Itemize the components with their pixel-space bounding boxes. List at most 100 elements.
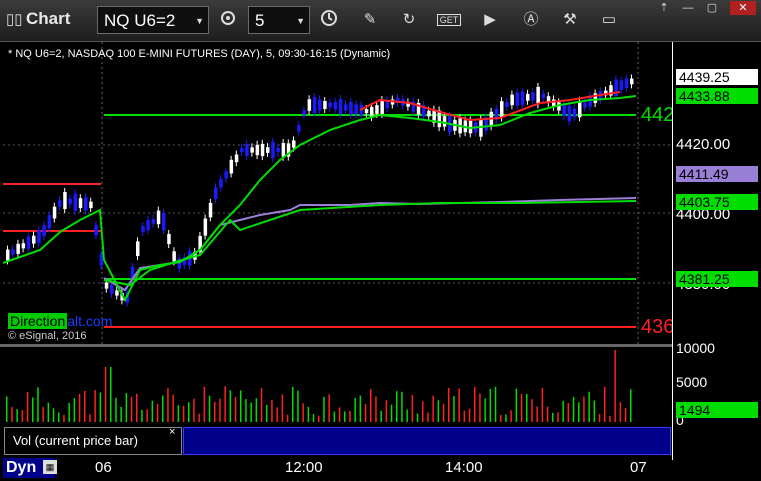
- time-label: 07: [630, 459, 647, 476]
- volume-bar: [380, 410, 382, 422]
- volume-bar: [307, 406, 310, 422]
- volume-bar: [318, 415, 320, 422]
- volume-bar: [489, 388, 492, 422]
- volume-bar: [390, 404, 393, 422]
- volume-bar: [260, 388, 263, 422]
- volume-bar: [536, 406, 538, 422]
- volume-bar: [151, 400, 154, 422]
- volume-bar: [99, 392, 102, 422]
- volume-bar: [546, 406, 549, 422]
- volume-bar: [32, 397, 34, 422]
- volume-bar: [52, 408, 55, 422]
- volume-bar: [562, 400, 564, 422]
- volume-bar: [156, 403, 159, 422]
- volume-bar: [6, 396, 8, 422]
- volume-bar: [255, 398, 258, 422]
- volume-bar: [437, 400, 440, 422]
- volume-bar: [323, 396, 325, 422]
- volume-bar: [84, 390, 86, 422]
- volume-bar: [214, 401, 216, 422]
- volume-bar: [130, 396, 133, 422]
- volume-bar: [297, 390, 299, 422]
- volume-bar: [526, 393, 528, 422]
- volume-bar: [583, 396, 585, 422]
- volume-bar: [188, 402, 190, 422]
- volume-bar: [198, 413, 200, 422]
- volume-bar: [598, 413, 601, 422]
- volume-bar: [349, 411, 351, 422]
- volume-bar: [63, 414, 65, 422]
- volume-bar: [182, 405, 185, 422]
- volume-bar: [78, 393, 81, 422]
- volume-bar: [432, 395, 434, 422]
- volume-bar: [47, 402, 50, 422]
- volume-tick: 10000: [676, 340, 715, 356]
- volume-bar: [427, 412, 429, 422]
- volume-bar: [141, 409, 143, 422]
- time-label: 14:00: [445, 459, 483, 476]
- volume-bar: [328, 394, 330, 422]
- volume-bar: [104, 367, 107, 422]
- volume-bar: [494, 386, 497, 422]
- volume-bar: [422, 401, 424, 422]
- volume-bar: [292, 386, 294, 422]
- volume-bar: [302, 403, 304, 422]
- calendar-icon[interactable]: ▦: [43, 460, 57, 474]
- time-label: 06: [95, 459, 112, 476]
- volume-bar: [167, 388, 169, 422]
- volume-bar: [557, 412, 559, 422]
- volume-bar: [458, 388, 460, 422]
- volume-bar: [604, 386, 606, 422]
- volume-bar: [37, 387, 39, 422]
- volume-bar: [359, 395, 362, 422]
- volume-bar: [552, 412, 554, 422]
- volume-bar: [219, 398, 221, 422]
- volume-study-tab[interactable]: Vol (current price bar): [4, 427, 182, 455]
- volume-current-label: 1494: [676, 402, 758, 418]
- volume-bar: [234, 397, 237, 422]
- volume-bar: [364, 404, 367, 422]
- volume-bar: [344, 411, 346, 422]
- close-study-icon[interactable]: ×: [169, 426, 175, 438]
- volume-bar: [146, 409, 148, 422]
- volume-bar: [630, 389, 632, 422]
- volume-bar: [614, 350, 616, 422]
- volume-bar: [110, 367, 112, 422]
- volume-bar: [567, 402, 570, 422]
- volume-bar: [463, 410, 466, 422]
- volume-bar: [73, 398, 76, 422]
- volume-bar: [624, 407, 627, 422]
- volume-bar: [42, 407, 44, 422]
- volume-bar: [505, 414, 507, 422]
- volume-bar: [572, 396, 575, 422]
- volume-bar: [411, 395, 414, 422]
- time-label: 12:00: [285, 459, 323, 476]
- volume-bar: [385, 400, 388, 422]
- volume-bar: [453, 396, 455, 422]
- volume-bar: [89, 414, 91, 422]
- volume-tick: 5000: [676, 374, 708, 390]
- volume-bar: [401, 391, 403, 422]
- volume-bar: [416, 413, 419, 422]
- volume-bar: [276, 407, 278, 422]
- volume-bar: [68, 402, 70, 422]
- volume-bar: [250, 402, 252, 422]
- study-bar: [183, 427, 671, 455]
- volume-bar: [406, 409, 408, 422]
- volume-bar: [312, 414, 315, 422]
- volume-bar: [26, 391, 29, 422]
- volume-bar: [484, 398, 486, 422]
- volume-bar: [271, 399, 273, 422]
- volume-bar: [120, 406, 122, 422]
- volume-bar: [16, 409, 18, 422]
- volume-bar: [619, 402, 622, 422]
- volume-bar: [240, 390, 242, 422]
- volume-bar: [578, 402, 580, 422]
- volume-bar: [370, 389, 372, 422]
- volume-bar: [208, 395, 211, 422]
- volume-bar: [193, 398, 195, 422]
- volume-bar: [531, 399, 533, 422]
- volume-bar: [375, 396, 377, 422]
- volume-bar: [510, 410, 512, 422]
- volume-bar: [338, 407, 341, 422]
